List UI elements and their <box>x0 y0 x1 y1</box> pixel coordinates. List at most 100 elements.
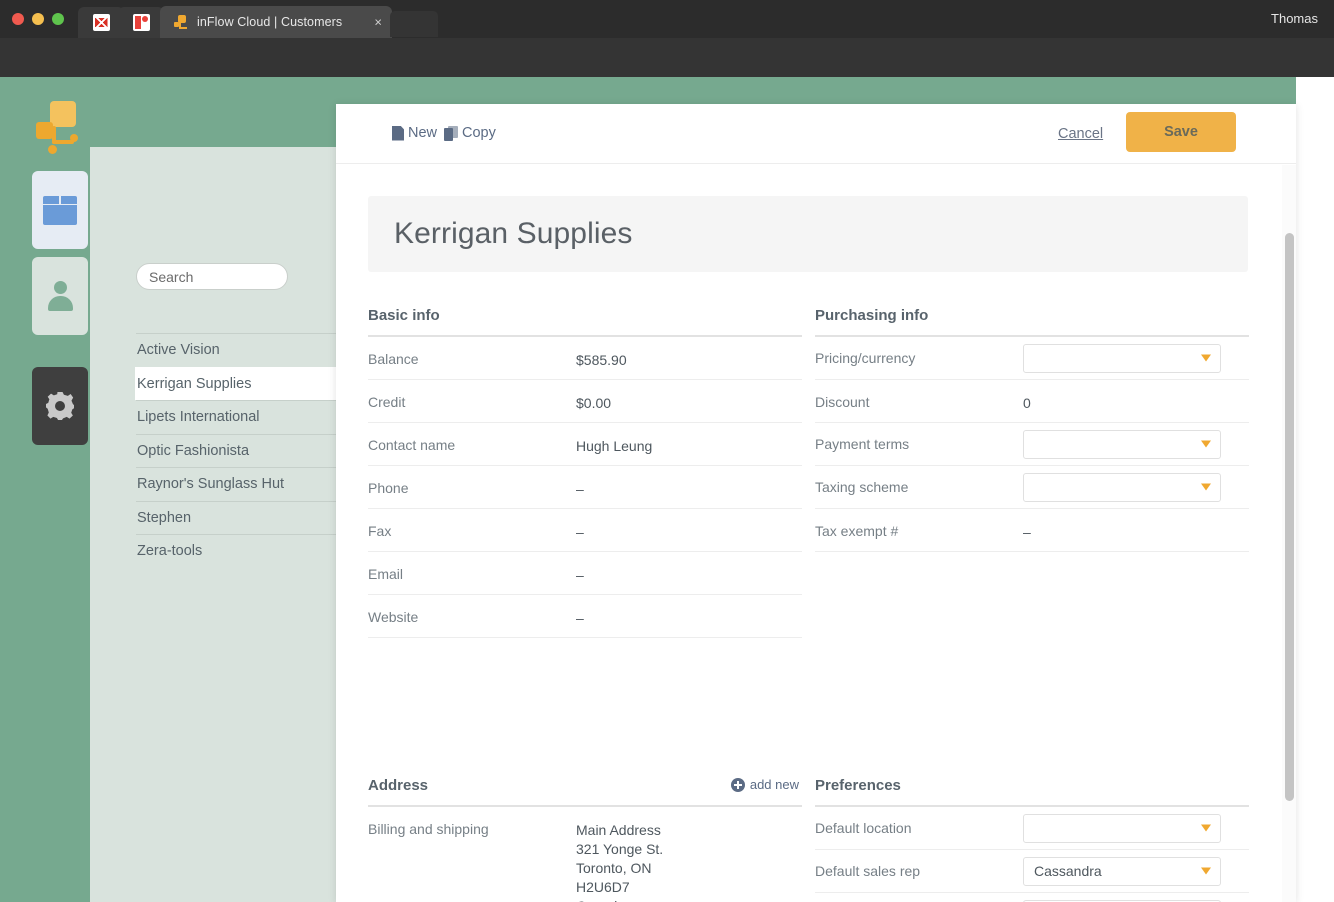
address-heading: Address add new <box>368 777 802 807</box>
field-value[interactable]: – <box>1023 509 1249 542</box>
app-right-gutter <box>1296 77 1334 902</box>
inflow-logo <box>36 101 78 153</box>
rail-item-settings[interactable] <box>32 367 88 445</box>
basic-info-section: Basic info Balance $585.90 Credit $0.00 … <box>368 307 802 638</box>
document-icon <box>392 126 404 141</box>
select-value: Cassandra <box>1034 863 1102 879</box>
field-label: Website <box>368 595 576 625</box>
browser-tab-inflow[interactable]: inFlow Cloud | Customers × <box>160 6 392 38</box>
copy-icon <box>444 126 458 141</box>
gmail-favicon-icon <box>93 14 110 31</box>
taxing-scheme-select[interactable] <box>1023 473 1221 502</box>
field-label: Credit <box>368 380 576 410</box>
field-row-pricing-currency: Pricing/currency <box>815 337 1249 380</box>
field-value[interactable]: $585.90 <box>576 337 802 370</box>
field-label: Taxing scheme <box>815 479 1023 495</box>
page-title: Kerrigan Supplies <box>394 217 633 251</box>
field-value[interactable]: $0.00 <box>576 380 802 413</box>
app-viewport: Active Vision Kerrigan Supplies Lipets I… <box>0 77 1334 902</box>
inflow-favicon-icon <box>174 15 189 30</box>
plus-circle-icon <box>731 778 745 792</box>
address-section: Address add new Billing and shipping Mai… <box>368 777 802 902</box>
field-value[interactable]: – <box>576 595 802 628</box>
address-heading-label: Address <box>368 777 428 794</box>
new-tab-button[interactable] <box>390 11 438 37</box>
field-row-phone: Phone – <box>368 466 802 509</box>
modal-scrollbar-thumb[interactable] <box>1285 233 1294 801</box>
person-icon <box>45 281 75 311</box>
field-label: Phone <box>368 466 576 496</box>
field-value[interactable]: – <box>576 552 802 585</box>
field-value[interactable]: – <box>576 509 802 542</box>
field-row-default-sales-rep: Default sales rep Cassandra <box>815 850 1249 893</box>
new-button-label: New <box>408 125 437 141</box>
modal-scrollbar-track[interactable] <box>1282 165 1296 902</box>
field-row-balance: Balance $585.90 <box>368 337 802 380</box>
field-label: Contact name <box>368 423 576 453</box>
chevron-down-icon <box>1201 825 1211 832</box>
copy-button[interactable]: Copy <box>444 125 496 141</box>
add-new-address-button[interactable]: add new <box>731 777 799 792</box>
search-input[interactable] <box>136 263 288 290</box>
field-row-billing-shipping: Billing and shipping Main Address 321 Yo… <box>368 807 802 902</box>
field-row-payment-terms: Payment terms <box>815 423 1249 466</box>
default-location-select[interactable] <box>1023 814 1221 843</box>
field-value[interactable]: 0 <box>1023 380 1249 413</box>
basic-info-heading: Basic info <box>368 307 802 337</box>
maximize-window-button[interactable] <box>52 13 64 25</box>
field-row-discount: Discount 0 <box>815 380 1249 423</box>
field-value[interactable]: – <box>576 466 802 499</box>
minimize-window-button[interactable] <box>32 13 44 25</box>
browser-tab-bar: inFlow Cloud | Customers × Thomas <box>0 0 1334 38</box>
preferences-heading: Preferences <box>815 777 1249 807</box>
field-label: Email <box>368 552 576 582</box>
chevron-down-icon <box>1201 441 1211 448</box>
field-label: Default location <box>815 820 1023 836</box>
browser-tab-pocket[interactable] <box>118 7 164 38</box>
close-tab-icon[interactable]: × <box>374 16 382 29</box>
purchasing-info-section: Purchasing info Pricing/currency Discoun… <box>815 307 1249 552</box>
default-sales-rep-select[interactable]: Cassandra <box>1023 857 1221 886</box>
field-value[interactable]: Hugh Leung <box>576 423 802 456</box>
modal-body: Kerrigan Supplies Basic info Balance $58… <box>336 165 1282 902</box>
field-label: Discount <box>815 380 1023 410</box>
save-button[interactable]: Save <box>1126 112 1236 152</box>
add-new-label: add new <box>750 777 799 792</box>
field-value[interactable]: Main Address 321 Yonge St. Toronto, ON H… <box>576 807 802 902</box>
window-traffic-lights <box>12 13 64 25</box>
field-label: Payment terms <box>815 436 1023 452</box>
field-row-credit: Credit $0.00 <box>368 380 802 423</box>
field-row-default-location: Default location <box>815 807 1249 850</box>
browser-tab-title: inFlow Cloud | Customers <box>197 15 342 29</box>
browser-profile-name[interactable]: Thomas <box>1271 11 1318 26</box>
field-row-contact-name: Contact name Hugh Leung <box>368 423 802 466</box>
search-area <box>136 263 288 290</box>
pricing-currency-select[interactable] <box>1023 344 1221 373</box>
rail-item-customers[interactable] <box>32 257 88 335</box>
field-row-website: Website – <box>368 595 802 638</box>
field-row-taxing-scheme: Taxing scheme <box>815 466 1249 509</box>
record-title-bar: Kerrigan Supplies <box>368 196 1248 272</box>
close-window-button[interactable] <box>12 13 24 25</box>
field-label: Tax exempt # <box>815 509 1023 539</box>
gear-icon <box>45 391 75 421</box>
field-label: Balance <box>368 337 576 367</box>
pocket-favicon-icon <box>133 14 150 31</box>
preferences-section: Preferences Default location Default sal… <box>815 777 1249 902</box>
field-row-carrier: Carrier <box>815 893 1249 902</box>
field-label: Default sales rep <box>815 863 1023 879</box>
modal-toolbar: New Copy Cancel Save <box>336 104 1296 164</box>
field-row-fax: Fax – <box>368 509 802 552</box>
field-label: Fax <box>368 509 576 539</box>
browser-toolbar: ← → ↻ Secure | https://app.inflowinvento… <box>0 38 1334 77</box>
payment-terms-select[interactable] <box>1023 430 1221 459</box>
box-icon <box>43 196 77 225</box>
new-button[interactable]: New <box>392 125 437 141</box>
cancel-button[interactable]: Cancel <box>1058 126 1103 142</box>
customer-detail-modal: New Copy Cancel Save Kerrigan Supplies B… <box>336 104 1296 902</box>
rail-item-inventory[interactable] <box>32 171 88 249</box>
purchasing-info-heading: Purchasing info <box>815 307 1249 337</box>
field-label: Pricing/currency <box>815 350 1023 366</box>
copy-button-label: Copy <box>462 125 496 141</box>
field-row-email: Email – <box>368 552 802 595</box>
